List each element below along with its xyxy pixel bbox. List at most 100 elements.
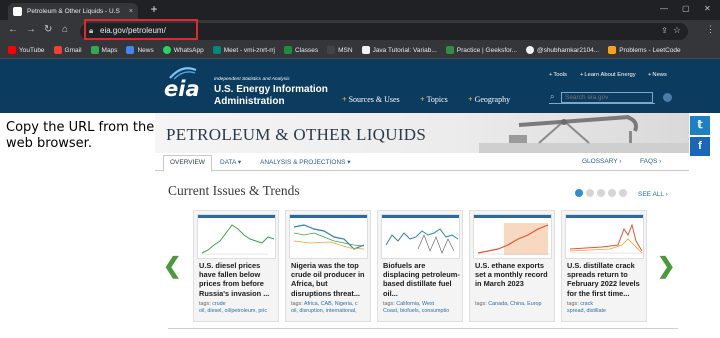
card-tags: tags: Canada, China, Europ <box>475 301 542 307</box>
twitter-icon[interactable]: 𝕥 <box>690 116 710 135</box>
page-banner: PETROLEUM & OTHER LIQUIDS <box>155 113 689 153</box>
bookmark-item[interactable]: YouTube <box>8 46 45 54</box>
geeksforgeeks-icon <box>445 46 454 54</box>
eia-site-header: eia Independent Statistics and Analysis … <box>0 59 720 113</box>
browser-menu-icon[interactable]: ⋮ <box>706 24 715 35</box>
url-highlight-box <box>84 19 198 40</box>
github-icon <box>525 46 534 54</box>
carousel-dot[interactable] <box>597 189 605 197</box>
bookmarks-bar: YouTube Gmail Maps News WhatsApp Meet - … <box>0 42 720 59</box>
plus-icon: + <box>420 95 425 104</box>
close-window-icon[interactable]: ✕ <box>704 4 711 13</box>
carousel-dot[interactable] <box>575 189 583 197</box>
bookmark-item[interactable]: Problems - LeetCode <box>608 46 681 54</box>
news-icon <box>126 46 135 54</box>
see-all-link[interactable]: SEE ALL › <box>638 191 668 198</box>
gmail-icon <box>53 46 62 54</box>
browser-tab-strip: Petroleum & Other Liquids - U.S × + — ▢ … <box>0 0 720 20</box>
card-headline[interactable]: Biofuels are displacing petroleum-based … <box>383 261 461 298</box>
home-icon[interactable]: ⌂ <box>62 24 68 35</box>
eia-favicon-icon <box>13 7 22 16</box>
globe-icon[interactable] <box>663 93 672 102</box>
trend-card[interactable]: U.S. diesel prices have fallen below pri… <box>193 210 279 322</box>
card-tags: tags: crude oil, diesel, oil/petroleum, … <box>199 301 268 315</box>
section-divider <box>168 328 678 329</box>
trend-card[interactable]: Nigeria was the top crude oil producer i… <box>285 210 371 322</box>
facebook-icon[interactable]: f <box>690 137 710 156</box>
bookmark-item[interactable]: Java Tutorial: Variab... <box>361 46 437 54</box>
eia-name-line1[interactable]: U.S. Energy Information <box>214 84 328 95</box>
bookmark-item[interactable]: @shubhamkar2104... <box>525 46 599 54</box>
card-thumbnail <box>197 214 276 259</box>
whatsapp-icon <box>162 46 171 54</box>
nav-sources-uses[interactable]: + Sources & Uses <box>342 95 400 104</box>
bookmark-star-icon[interactable]: ☆ <box>673 25 681 36</box>
leetcode-icon <box>608 46 617 54</box>
carousel-dot[interactable] <box>586 189 594 197</box>
carousel-next-icon[interactable]: ❯ <box>657 253 675 279</box>
meet-icon <box>212 46 221 54</box>
carousel-dots <box>575 189 630 197</box>
tab-analysis-projections[interactable]: ANALYSIS & PROJECTIONS ▾ <box>260 158 351 166</box>
forward-arrow-icon[interactable]: → <box>26 24 36 35</box>
maximize-window-icon[interactable]: ▢ <box>682 4 690 13</box>
card-tags: tags: crack spread, distillate <box>567 301 606 315</box>
bookmark-item[interactable]: WhatsApp <box>162 46 204 54</box>
trend-card[interactable]: Biofuels are displacing petroleum-based … <box>377 210 463 322</box>
plus-icon: + <box>342 95 347 104</box>
line-chart-thumbnail <box>566 215 643 254</box>
classroom-icon <box>283 46 292 54</box>
maps-icon <box>90 46 99 54</box>
line-chart-thumbnail <box>474 215 551 255</box>
eia-tagline: Independent Statistics and Analysis <box>214 77 290 82</box>
nav-geography[interactable]: + Geography <box>468 95 510 104</box>
bookmark-item[interactable]: Practice | Geeksfor... <box>445 46 517 54</box>
page-title: PETROLEUM & OTHER LIQUIDS <box>166 125 427 144</box>
carousel-dot[interactable] <box>619 189 627 197</box>
card-headline[interactable]: U.S. diesel prices have fallen below pri… <box>199 261 277 298</box>
reload-icon[interactable]: ↻ <box>44 24 52 35</box>
util-learn-link[interactable]: +Learn About Energy <box>580 72 636 78</box>
browser-tab-active[interactable]: Petroleum & Other Liquids - U.S × <box>8 3 138 20</box>
plus-icon: + <box>580 72 584 78</box>
bookmark-item[interactable]: Meet - vmi-znrt-rrj <box>212 46 275 54</box>
bookmark-item[interactable]: News <box>126 46 154 54</box>
carousel-dot[interactable] <box>608 189 616 197</box>
plus-icon: + <box>648 72 652 78</box>
card-headline[interactable]: U.S. ethane exports set a monthly record… <box>475 261 553 289</box>
glossary-link[interactable]: GLOSSARY › <box>582 158 622 165</box>
minimize-window-icon[interactable]: — <box>660 4 668 13</box>
card-thumbnail <box>289 214 368 259</box>
card-headline[interactable]: Nigeria was the top crude oil producer i… <box>291 261 369 298</box>
nav-topics[interactable]: + Topics <box>420 95 448 104</box>
trend-card[interactable]: U.S. distillate crack spreads return to … <box>561 210 647 322</box>
util-tools-link[interactable]: +Tools <box>549 72 567 78</box>
tab-overview[interactable]: OVERVIEW <box>163 155 212 172</box>
new-tab-button[interactable]: + <box>147 3 161 17</box>
share-icon[interactable]: ⇪ <box>661 26 668 35</box>
search-icon[interactable]: ⌕ <box>550 92 554 102</box>
trend-card[interactable]: U.S. ethane exports set a monthly record… <box>469 210 555 322</box>
card-thumbnail <box>381 214 460 259</box>
search-input[interactable] <box>561 92 653 103</box>
card-tags: tags: California, West Coast, biofuels, … <box>383 301 450 315</box>
tab-close-icon[interactable]: × <box>129 8 133 15</box>
tab-title: Petroleum & Other Liquids - U.S <box>27 8 120 15</box>
carousel-prev-icon[interactable]: ❮ <box>163 253 181 279</box>
plus-icon: + <box>468 95 473 104</box>
bookmark-item[interactable]: Classes <box>283 46 318 54</box>
faqs-link[interactable]: FAQS › <box>640 158 661 165</box>
util-news-link[interactable]: +News <box>648 72 667 78</box>
eia-logo[interactable]: eia <box>164 77 200 101</box>
back-arrow-icon[interactable]: ← <box>8 24 18 35</box>
bookmark-item[interactable]: Maps <box>90 46 117 54</box>
eia-name-line2[interactable]: Administration <box>214 96 285 107</box>
bookmark-item[interactable]: MSN <box>327 46 353 54</box>
tab-data[interactable]: DATA ▾ <box>220 158 241 166</box>
line-chart-thumbnail <box>290 215 367 250</box>
java-tutorial-icon <box>361 46 370 54</box>
bookmark-item[interactable]: Gmail <box>53 46 82 54</box>
instruction-annotation: Copy the URL from the web browser. <box>6 120 155 151</box>
card-headline[interactable]: U.S. distillate crack spreads return to … <box>567 261 645 298</box>
section-subnav: OVERVIEW DATA ▾ ANALYSIS & PROJECTIONS ▾… <box>155 153 689 172</box>
